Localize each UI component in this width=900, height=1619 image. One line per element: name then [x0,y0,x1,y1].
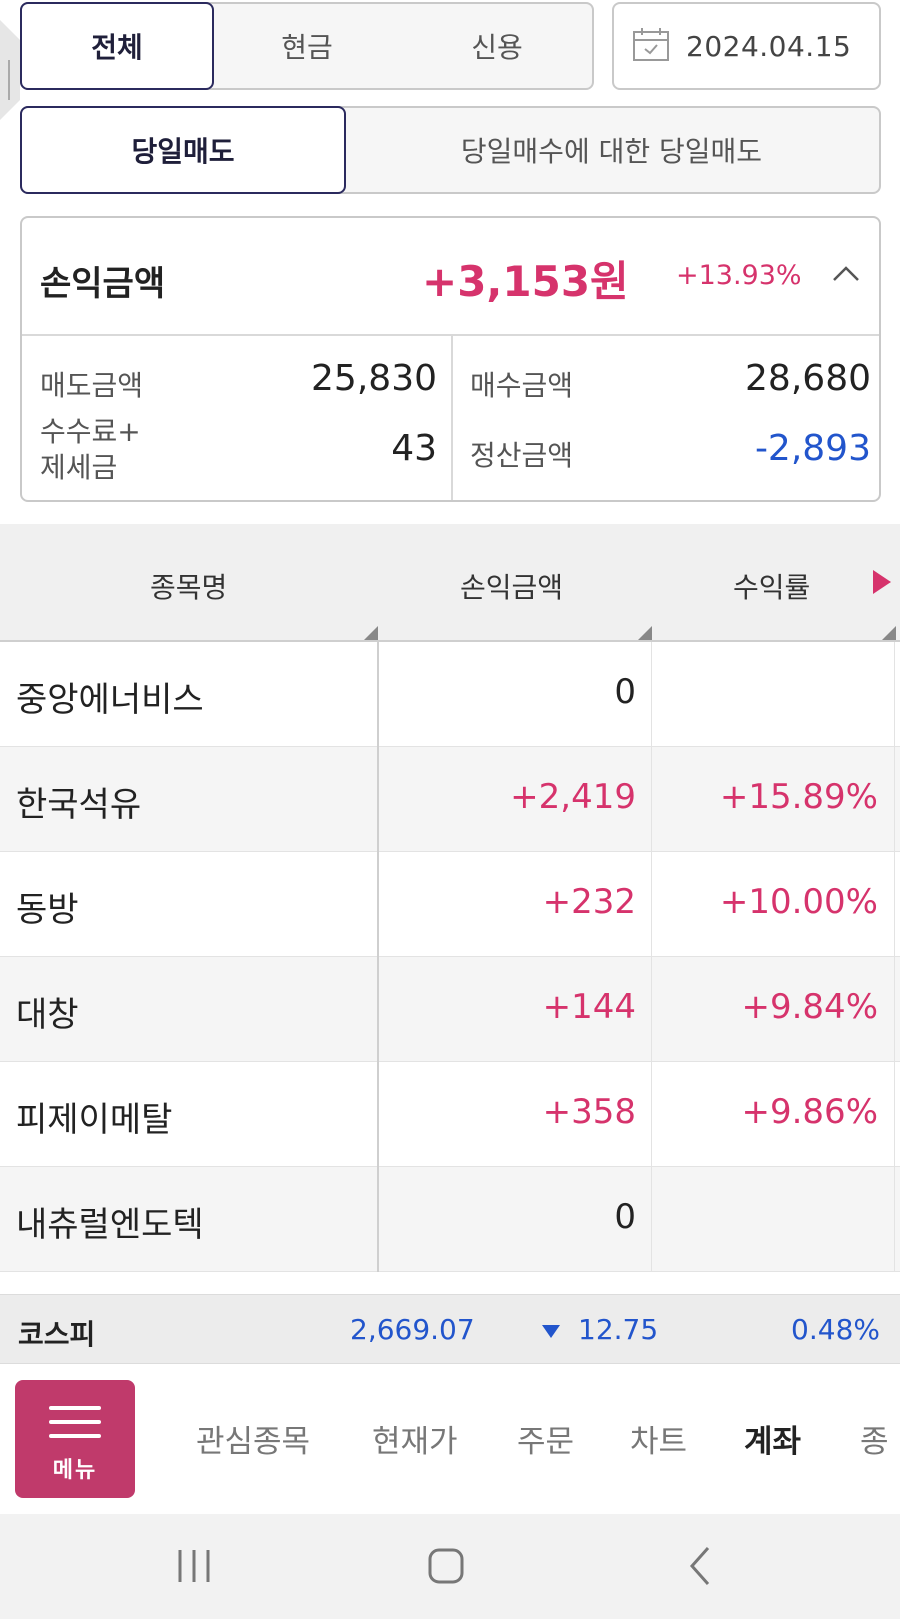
menu-label: 메뉴 [52,1458,98,1483]
nav-more[interactable]: 종 [860,1416,889,1461]
settle-amount-value: -2,893 [754,428,871,469]
stock-profit: 0 [614,1197,636,1237]
recent-apps-icon[interactable] [176,1548,212,1588]
scroll-right-arrow-icon[interactable] [873,570,891,594]
back-icon[interactable] [688,1546,712,1590]
sell-amount-value: 25,830 [311,358,437,399]
fee-label-line2: 제세금 [40,451,118,484]
resize-corner-icon [638,626,652,640]
column-divider [651,642,652,1272]
nav-watchlist[interactable]: 관심종목 [196,1416,310,1461]
fee-tax-label: 수수료+ 제세금 [40,414,141,486]
account-type-tabs: 전체 현금 신용 [20,2,594,90]
stock-rate: +9.86% [741,1092,879,1132]
summary-header: 손익금액 +3,153원 +13.93% [22,218,879,336]
buy-amount-value: 28,680 [745,358,871,399]
market-index-bar[interactable]: 코스피 2,669.07 12.75 0.48% [0,1294,900,1364]
stock-rate: +10.00% [719,882,878,922]
side-drawer-handle[interactable] [0,20,20,120]
table-row[interactable]: 동방 +232 +10.00% [0,852,900,957]
tab-same-day-buy-sell[interactable]: 당일매수에 대한 당일매도 [344,108,879,192]
table-row[interactable]: 피제이메탈 +358 +9.86% [0,1062,900,1167]
stock-profit: +2,419 [510,777,636,817]
profit-rate: +13.93% [676,260,802,291]
tab-all[interactable]: 전체 [20,2,214,90]
tab-credit[interactable]: 신용 [402,4,592,88]
fee-tax-value: 43 [391,428,437,469]
summary-body: 매도금액 25,830 매수금액 28,680 수수료+ 제세금 43 정산금액… [22,336,879,500]
stock-rate: +15.89% [719,777,878,817]
table-row[interactable]: 한국석유 +2,419 +15.89% [0,747,900,852]
sell-amount-label: 매도금액 [40,369,144,402]
stock-name: 중앙에너비스 [16,680,204,720]
tab-same-day-sell[interactable]: 당일매도 [20,106,346,194]
col-header-profit[interactable]: 손익금액 [460,566,563,606]
table-header: 종목명 손익금액 수익률 [0,524,900,642]
calendar-icon [632,26,670,66]
nav-account[interactable]: 계좌 [744,1416,801,1461]
profit-summary-card: 손익금액 +3,153원 +13.93% 매도금액 25,830 매수금액 28… [20,216,881,502]
date-picker[interactable]: 2024.04.15 [612,2,881,90]
stock-profit: +232 [542,882,636,922]
buy-amount-label: 매수금액 [470,369,574,402]
stock-name: 대창 [16,995,79,1035]
hamburger-icon [49,1434,101,1438]
stock-name: 피제이메탈 [16,1100,173,1140]
menu-button[interactable]: 메뉴 [15,1380,135,1498]
hamburger-icon [49,1406,101,1410]
col-header-rate[interactable]: 수익률 [733,566,810,606]
index-value: 2,669.07 [350,1313,475,1346]
column-divider [377,642,379,1272]
home-icon[interactable] [427,1547,465,1589]
profit-amount: +3,153원 [422,257,629,306]
down-triangle-icon [542,1325,560,1338]
stock-rate: +9.84% [741,987,879,1027]
hamburger-icon [49,1420,101,1424]
table-row[interactable]: 중앙에너비스 0 [0,642,900,747]
index-change: 12.75 [578,1313,659,1346]
table-row[interactable]: 대창 +144 +9.84% [0,957,900,1062]
tab-cash[interactable]: 현금 [212,4,402,88]
stock-name: 한국석유 [16,785,142,825]
fee-label-line1: 수수료+ [40,415,141,448]
collapse-chevron-up-icon[interactable] [826,254,866,294]
index-change-rate: 0.48% [791,1313,880,1346]
stock-name: 동방 [16,890,79,930]
settle-amount-label: 정산금액 [470,439,574,472]
resize-corner-icon [882,626,896,640]
stock-profit: 0 [614,672,636,712]
divider [451,336,453,500]
trade-mode-tabs: 당일매도 당일매수에 대한 당일매도 [20,106,881,194]
nav-current-price[interactable]: 현재가 [372,1416,458,1461]
table-row[interactable]: 내츄럴엔도텍 0 [0,1167,900,1272]
resize-corner-icon [364,626,378,640]
nav-chart[interactable]: 차트 [630,1416,687,1461]
system-navigation-bar [0,1514,900,1619]
profit-label: 손익금액 [40,264,166,304]
bottom-navigation: 메뉴 관심종목 현재가 주문 차트 계좌 종 [0,1364,900,1514]
date-value: 2024.04.15 [686,29,852,63]
nav-order[interactable]: 주문 [517,1416,574,1461]
stock-profit: +358 [542,1092,636,1132]
stock-profit: +144 [542,987,636,1027]
column-divider [894,642,895,1272]
index-name: 코스피 [18,1318,96,1351]
stock-name: 내츄럴엔도텍 [16,1205,204,1245]
col-header-name[interactable]: 종목명 [150,566,227,606]
